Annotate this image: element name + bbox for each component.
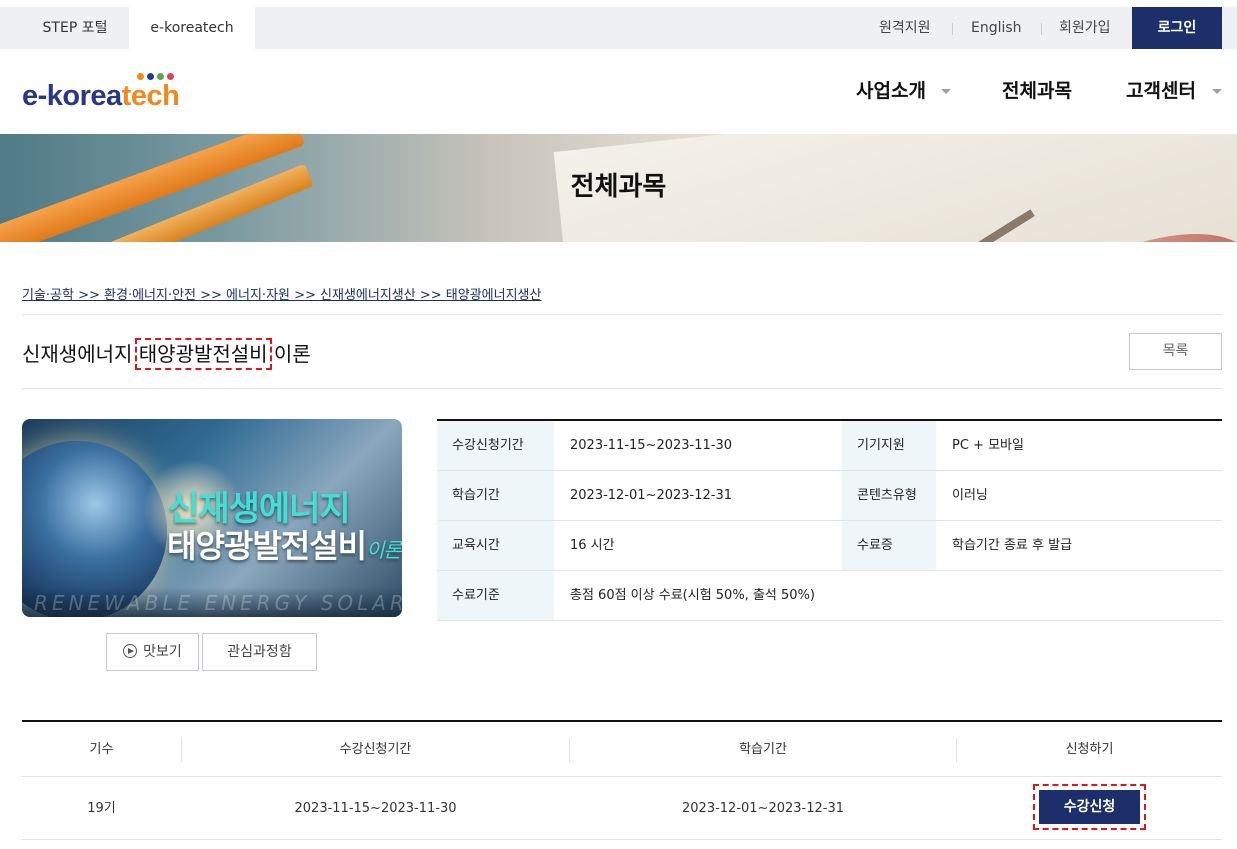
table-header-row: 기수 수강신청기간 학습기간 신청하기: [22, 722, 1222, 777]
preview-button[interactable]: 맛보기: [106, 633, 199, 671]
info-value: 2023-12-01~2023-12-31: [570, 488, 732, 503]
tab-e-koreatech[interactable]: e-koreatech: [129, 7, 255, 49]
info-value: 2023-11-15~2023-11-30: [570, 438, 732, 453]
breadcrumb[interactable]: 기술·공학 >> 환경·에너지·안전 >> 에너지·자원 >> 신재생에너지생산…: [22, 284, 541, 303]
top-utility-bar: STEP 포털 e-koreatech 원격지원 English 회원가입 로그…: [0, 7, 1237, 49]
logo-text: e-koreatech: [22, 80, 180, 112]
chevron-down-icon: [941, 89, 951, 94]
column-header: 신청하기: [1065, 742, 1114, 757]
info-label: 콘텐츠유형: [842, 471, 936, 520]
nav-all-courses[interactable]: 전체과목: [1002, 76, 1072, 106]
list-button[interactable]: 목록: [1129, 333, 1222, 370]
info-label: 수강신청기간: [437, 421, 554, 470]
english-link[interactable]: English: [971, 7, 1022, 49]
course-thumbnail: 신재생에너지 태양광발전설비이론 RENEWABLE ENERGY SOLAR: [22, 419, 402, 617]
page-banner: 전체과목: [0, 134, 1237, 242]
info-value: 학습기간 종료 후 발급: [952, 538, 1073, 553]
signup-link[interactable]: 회원가입: [1059, 7, 1111, 49]
logo-dot: [137, 73, 144, 80]
play-circle-icon: [123, 644, 138, 658]
info-value: 16 시간: [570, 538, 615, 553]
info-value: 이러닝: [952, 488, 988, 503]
course-info-table: 수강신청기간 2023-11-15~2023-11-30 기기지원 PC + 모…: [437, 419, 1222, 621]
chevron-down-icon: [1212, 89, 1222, 94]
page-title: 전체과목: [570, 172, 667, 202]
column-header: 기수: [89, 742, 114, 757]
enroll-button[interactable]: 수강신청: [1033, 784, 1146, 830]
course-title: 신재생에너지 태양광발전설비 이론: [22, 338, 311, 370]
column-header: 수강신청기간: [339, 742, 412, 757]
table-row: 교육시간 16 시간 수료증 학습기간 종료 후 발급: [437, 521, 1222, 571]
wishlist-button[interactable]: 관심과정함: [202, 633, 317, 671]
course-title-highlight: 태양광발전설비: [134, 338, 272, 370]
info-label: 기기지원: [842, 421, 936, 470]
login-button[interactable]: 로그인: [1132, 7, 1222, 49]
info-label: 학습기간: [437, 471, 554, 520]
thumbnail-title-line2: 태양광발전설비이론: [167, 527, 402, 565]
table-row: 학습기간 2023-12-01~2023-12-31 콘텐츠유형 이러닝: [437, 471, 1222, 521]
logo-dot: [147, 73, 154, 80]
divider: [22, 314, 1222, 315]
tab-step-portal[interactable]: STEP 포털: [21, 7, 129, 49]
info-label: 수료기준: [437, 571, 554, 620]
thumbnail-footer-text: RENEWABLE ENERGY SOLAR: [34, 591, 402, 615]
logo-dot: [157, 73, 164, 80]
table-row: 수강신청기간 2023-11-15~2023-11-30 기기지원 PC + 모…: [437, 421, 1222, 471]
cohort-cell: 19기: [87, 801, 116, 816]
column-header: 학습기간: [739, 742, 787, 757]
remote-support-link[interactable]: 원격지원: [879, 7, 931, 49]
session-table: 기수 수강신청기간 학습기간 신청하기 19기 2023-11-15~2023-…: [22, 720, 1222, 840]
apply-period-cell: 2023-11-15~2023-11-30: [294, 801, 457, 816]
info-value: 총점 60점 이상 수료(시험 50%, 출석 50%): [570, 588, 815, 603]
nav-about[interactable]: 사업소개: [856, 76, 926, 106]
divider: [952, 23, 953, 35]
info-label: 교육시간: [437, 521, 554, 570]
logo-dot: [167, 73, 174, 80]
nav-customer-center[interactable]: 고객센터: [1126, 76, 1196, 106]
table-row: 수료기준 총점 60점 이상 수료(시험 50%, 출석 50%): [437, 571, 1222, 621]
info-label: 수료증: [842, 521, 936, 570]
divider: [1041, 23, 1042, 35]
divider: [22, 388, 1222, 389]
study-period-cell: 2023-12-01~2023-12-31: [682, 801, 844, 816]
info-value: PC + 모바일: [952, 438, 1024, 453]
site-logo[interactable]: e-koreatech: [22, 72, 182, 116]
